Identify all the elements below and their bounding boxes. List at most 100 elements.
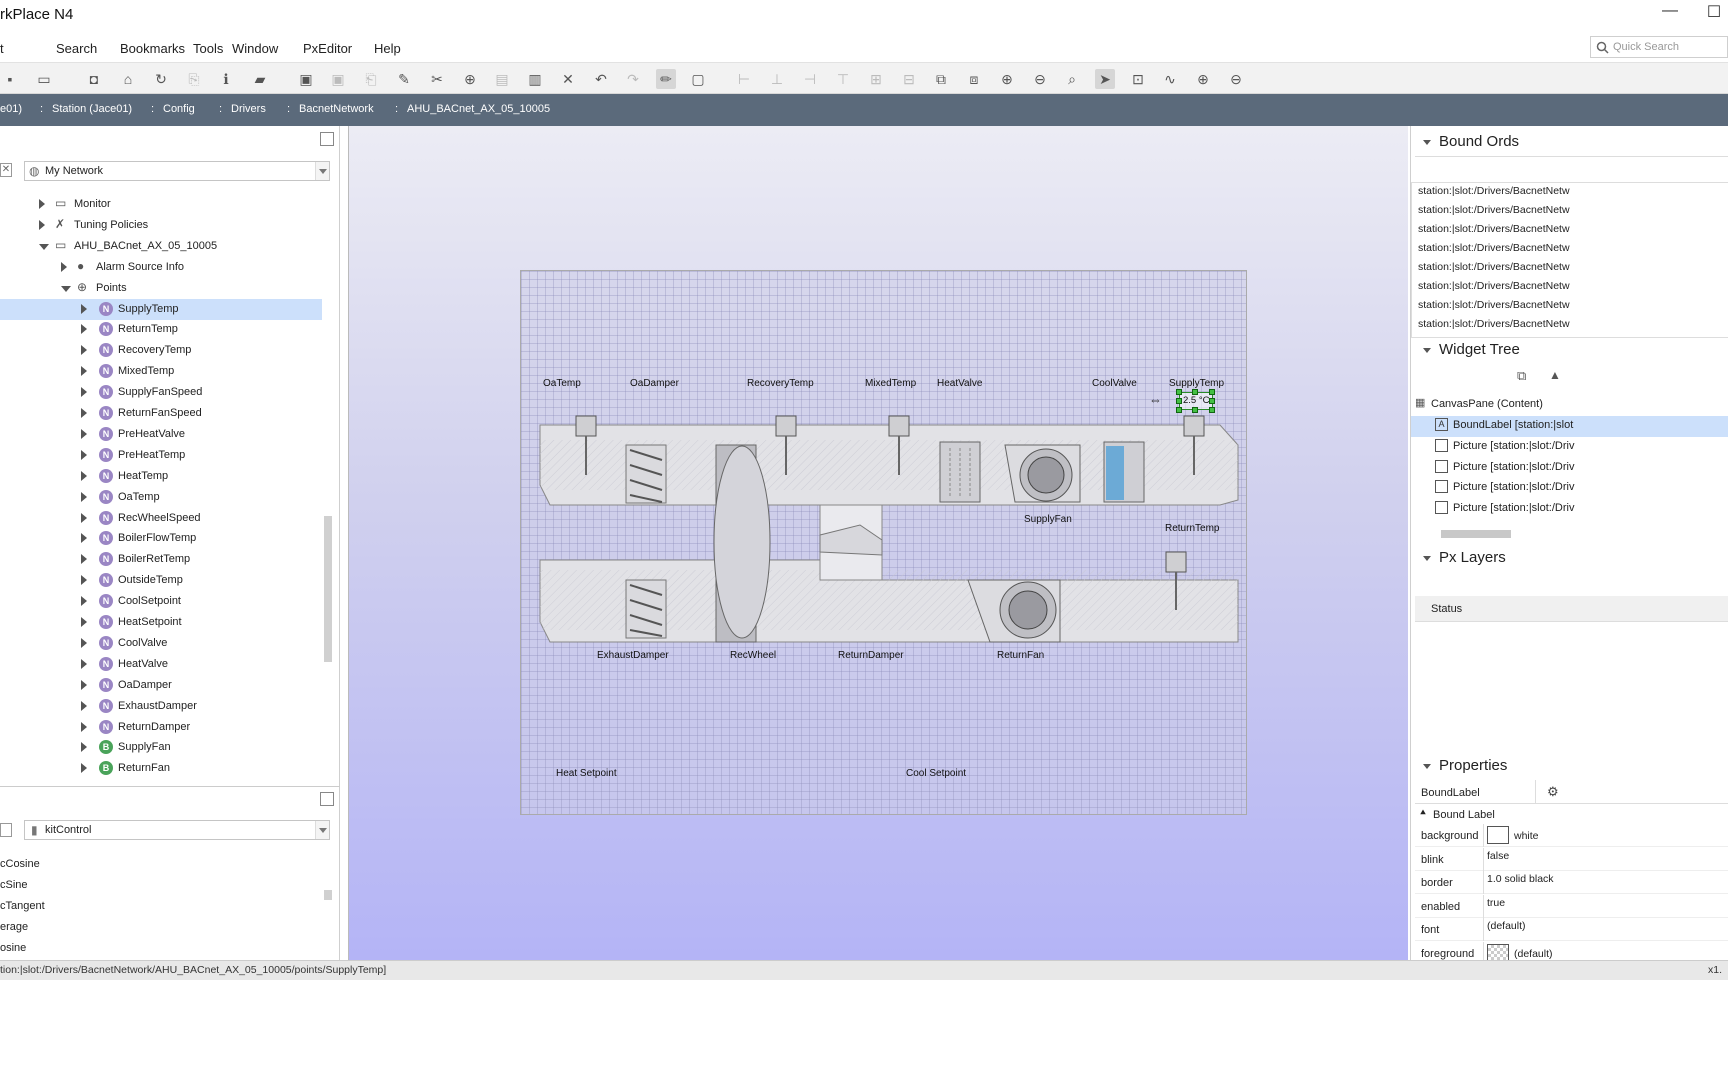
export-icon[interactable]: ⎗ — [361, 69, 381, 89]
resize-handle[interactable] — [1192, 389, 1198, 395]
label-mixed-temp[interactable]: MixedTemp — [865, 378, 916, 389]
chevron-right-icon[interactable] — [81, 512, 87, 523]
label-heat-valve[interactable]: HeatValve — [937, 378, 982, 389]
align-middle-icon[interactable]: ⊞ — [866, 69, 886, 89]
menu-search[interactable]: Search — [56, 41, 97, 56]
label-rec-wheel[interactable]: RecWheel — [730, 650, 776, 661]
bound-ord-item[interactable]: station:|slot:/Drivers/BacnetNetw — [1418, 204, 1570, 216]
breadcrumb-item[interactable]: Station (Jace01) — [52, 103, 132, 115]
paste-icon[interactable]: ▤ — [492, 69, 512, 89]
tree-item-tuning-policies[interactable]: ✗ Tuning Policies — [0, 215, 322, 236]
chevron-right-icon[interactable] — [81, 303, 87, 314]
tree-item-supplyfanspeed[interactable]: N SupplyFanSpeed — [0, 382, 322, 403]
align-center-icon[interactable]: ⊥ — [767, 69, 787, 89]
home-icon[interactable]: ▪ — [0, 69, 20, 89]
edit-doc-icon[interactable]: ✎ — [394, 69, 414, 89]
label-oa-damper[interactable]: OaDamper — [630, 378, 679, 389]
widget-tree-item[interactable]: A BoundLabel [station:|slot — [1411, 416, 1728, 437]
chevron-right-icon[interactable] — [61, 261, 67, 272]
quick-search-input[interactable]: Quick Search — [1590, 36, 1728, 58]
save-icon[interactable]: ▣ — [296, 69, 316, 89]
add-icon[interactable]: ⊕ — [1193, 69, 1213, 89]
property-value[interactable]: true — [1487, 897, 1505, 909]
tree-item-heattemp[interactable]: N HeatTemp — [0, 466, 322, 487]
zoom-fit-icon[interactable]: ⌕ — [1062, 69, 1082, 89]
save-all-icon[interactable]: ▣ — [328, 69, 348, 89]
tree-item-returnfanspeed[interactable]: N ReturnFanSpeed — [0, 403, 322, 424]
refresh-icon[interactable]: ↻ — [151, 69, 171, 89]
chevron-right-icon[interactable] — [81, 742, 87, 753]
tree-item-ahu-bacnet-ax-05-10005[interactable]: ▭ AHU_BACnet_AX_05_10005 — [0, 236, 322, 257]
palette-scrollbar[interactable] — [324, 890, 332, 900]
menu-help[interactable]: Help — [374, 41, 401, 56]
align-left-icon[interactable]: ⊢ — [734, 69, 754, 89]
chevron-right-icon[interactable] — [81, 387, 87, 398]
zoom-in-icon[interactable]: ⊕ — [997, 69, 1017, 89]
menu-pxeditor[interactable]: PxEditor — [303, 41, 352, 56]
tree-item-preheattemp[interactable]: N PreHeatTemp — [0, 445, 322, 466]
zoom-out-icon[interactable]: ⊖ — [1030, 69, 1050, 89]
property-value[interactable]: false — [1487, 850, 1509, 862]
bound-ord-item[interactable]: station:|slot:/Drivers/BacnetNetw — [1418, 242, 1570, 254]
folder-icon[interactable]: ▰ — [250, 69, 270, 89]
widget-icon[interactable]: ⊡ — [1128, 69, 1148, 89]
breadcrumb-item[interactable]: Config — [163, 103, 195, 115]
chevron-down-icon[interactable] — [315, 821, 329, 839]
property-value[interactable]: (default) — [1514, 948, 1553, 960]
resize-handle[interactable] — [1209, 398, 1215, 404]
widget-tree-item[interactable]: Picture [station:|slot:/Driv — [1411, 458, 1728, 479]
remove-icon[interactable]: ⊖ — [1226, 69, 1246, 89]
chevron-right-icon[interactable] — [81, 575, 87, 586]
paste-special-icon[interactable]: ▥ — [525, 69, 545, 89]
minimize-button[interactable]: — — [1650, 2, 1690, 26]
tree-item-recoverytemp[interactable]: N RecoveryTemp — [0, 340, 322, 361]
label-cool-valve[interactable]: CoolValve — [1092, 378, 1137, 389]
palette-selector[interactable]: ▮ kitControl — [24, 820, 330, 840]
edit-properties-icon[interactable]: ⚙ — [1547, 784, 1559, 800]
widget-tree-item[interactable]: Picture [station:|slot:/Driv — [1411, 499, 1728, 520]
cut-icon[interactable]: ✂ — [427, 69, 447, 89]
label-oa-temp[interactable]: OaTemp — [543, 378, 581, 389]
tree-item-monitor[interactable]: ▭ Monitor — [0, 194, 322, 215]
chevron-right-icon[interactable] — [39, 199, 45, 209]
tree-item-coolvalve[interactable]: N CoolValve — [0, 633, 322, 654]
tree-item-points[interactable]: ⊕ Points — [0, 278, 322, 299]
bound-ord-item[interactable]: station:|slot:/Drivers/BacnetNetw — [1418, 261, 1570, 273]
tree-item-returnfan[interactable]: B ReturnFan — [0, 758, 322, 779]
home-nav-icon[interactable]: ⌂ — [118, 69, 138, 89]
palette-item[interactable]: cCosine — [0, 854, 322, 875]
property-value[interactable]: 1.0 solid black — [1487, 873, 1554, 885]
label-return-fan[interactable]: ReturnFan — [997, 650, 1044, 661]
bound-ord-item[interactable]: station:|slot:/Drivers/BacnetNetw — [1418, 185, 1570, 197]
bring-front-icon[interactable]: ⧉ — [931, 69, 951, 89]
tree-item-supplyfan[interactable]: B SupplyFan — [0, 737, 322, 758]
label-return-temp[interactable]: ReturnTemp — [1165, 523, 1219, 534]
palette-item[interactable]: cTangent — [0, 896, 322, 917]
chevron-right-icon[interactable] — [81, 345, 87, 356]
palette-item[interactable]: cSine — [0, 875, 322, 896]
resize-handle[interactable] — [1176, 398, 1182, 404]
label-heat-setpoint[interactable]: Heat Setpoint — [556, 768, 617, 779]
widget-tree-item[interactable]: Picture [station:|slot:/Driv — [1411, 437, 1728, 458]
select-arrow-icon[interactable]: ➤ — [1095, 69, 1115, 89]
menu-bookmarks[interactable]: Bookmarks — [120, 41, 185, 56]
info-icon[interactable]: ℹ — [216, 69, 236, 89]
tree-item-exhaustdamper[interactable]: N ExhaustDamper — [0, 696, 322, 717]
duplicate-icon[interactable]: ⊕ — [460, 69, 480, 89]
chevron-right-icon[interactable] — [81, 491, 87, 502]
tree-item-preheatvalve[interactable]: N PreHeatValve — [0, 424, 322, 445]
chevron-right-icon[interactable] — [81, 700, 87, 711]
resize-handle[interactable] — [1209, 389, 1215, 395]
menu-edit[interactable]: t — [0, 41, 4, 56]
chevron-right-icon[interactable] — [81, 428, 87, 439]
property-row-border[interactable]: border 1.0 solid black — [1415, 871, 1728, 894]
tree-item-returntemp[interactable]: N ReturnTemp — [0, 319, 322, 340]
column-status[interactable]: Status — [1431, 603, 1462, 615]
align-top-icon[interactable]: ⊤ — [833, 69, 853, 89]
chevron-down-icon[interactable] — [61, 285, 71, 292]
undo-icon[interactable]: ↶ — [591, 69, 611, 89]
tree-item-coolsetpoint[interactable]: N CoolSetpoint — [0, 591, 322, 612]
tree-item-boilerrettemp[interactable]: N BoilerRetTemp — [0, 549, 322, 570]
tree-item-alarm-source-info[interactable]: ● Alarm Source Info — [0, 257, 322, 278]
maximize-pane-icon[interactable] — [320, 792, 334, 806]
